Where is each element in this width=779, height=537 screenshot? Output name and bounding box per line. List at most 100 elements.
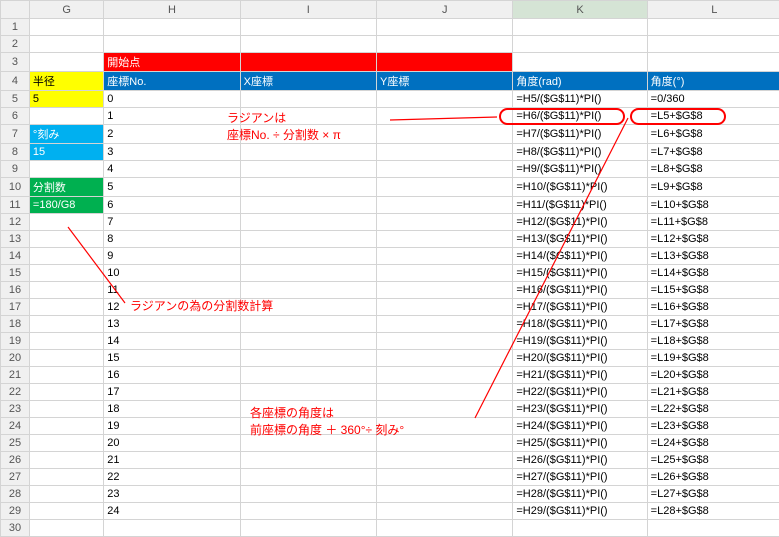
cell[interactable] <box>29 161 103 178</box>
row-header[interactable]: 14 <box>1 248 30 265</box>
row-header[interactable]: 6 <box>1 108 30 125</box>
row-header[interactable]: 22 <box>1 384 30 401</box>
cell[interactable]: =L14+$G$8 <box>647 265 779 282</box>
row-header[interactable]: 29 <box>1 503 30 520</box>
row-header[interactable]: 5 <box>1 91 30 108</box>
cell[interactable]: 3 <box>104 144 240 161</box>
cell[interactable]: 21 <box>104 452 240 469</box>
cell[interactable]: =H13/($G$11)*PI() <box>513 231 647 248</box>
row-header[interactable]: 27 <box>1 469 30 486</box>
cell[interactable] <box>29 248 103 265</box>
cell[interactable] <box>240 214 376 231</box>
cell[interactable]: 22 <box>104 469 240 486</box>
cell[interactable] <box>29 367 103 384</box>
cell[interactable] <box>240 53 376 72</box>
cell[interactable] <box>240 384 376 401</box>
row-header[interactable]: 9 <box>1 161 30 178</box>
cell[interactable]: 14 <box>104 333 240 350</box>
cell[interactable] <box>240 178 376 197</box>
row-header[interactable]: 7 <box>1 125 30 144</box>
cell[interactable]: =L25+$G$8 <box>647 452 779 469</box>
cell[interactable] <box>240 367 376 384</box>
col-header-L[interactable]: L <box>647 1 779 19</box>
cell[interactable] <box>377 469 513 486</box>
cell[interactable]: 23 <box>104 486 240 503</box>
row-header[interactable]: 4 <box>1 72 30 91</box>
cell[interactable] <box>513 36 647 53</box>
cell[interactable] <box>29 282 103 299</box>
cell[interactable]: 4 <box>104 161 240 178</box>
cell[interactable] <box>240 161 376 178</box>
cell[interactable] <box>240 265 376 282</box>
row-header[interactable]: 12 <box>1 214 30 231</box>
cell[interactable]: =0/360 <box>647 91 779 108</box>
row-header[interactable]: 1 <box>1 19 30 36</box>
cell[interactable] <box>29 435 103 452</box>
cell[interactable]: =H24/($G$11)*PI() <box>513 418 647 435</box>
cell[interactable] <box>240 469 376 486</box>
cell[interactable]: =L15+$G$8 <box>647 282 779 299</box>
cell[interactable]: 6 <box>104 197 240 214</box>
row-header[interactable]: 21 <box>1 367 30 384</box>
cell[interactable] <box>240 282 376 299</box>
cell[interactable]: 0 <box>104 91 240 108</box>
cell[interactable] <box>104 36 240 53</box>
cell[interactable] <box>29 486 103 503</box>
cell[interactable] <box>29 401 103 418</box>
cell[interactable] <box>240 91 376 108</box>
cell[interactable] <box>240 36 376 53</box>
cell[interactable]: =H12/($G$11)*PI() <box>513 214 647 231</box>
row-header[interactable]: 18 <box>1 316 30 333</box>
cell[interactable] <box>240 19 376 36</box>
cell[interactable] <box>377 299 513 316</box>
cell[interactable]: =H27/($G$11)*PI() <box>513 469 647 486</box>
cell-div-label[interactable]: 分割数 <box>29 178 103 197</box>
cell[interactable] <box>377 53 513 72</box>
cell[interactable] <box>377 108 513 125</box>
cell[interactable] <box>377 231 513 248</box>
cell[interactable]: 9 <box>104 248 240 265</box>
row-header[interactable]: 24 <box>1 418 30 435</box>
cell[interactable]: =L20+$G$8 <box>647 367 779 384</box>
cell[interactable] <box>29 350 103 367</box>
cell[interactable]: =L10+$G$8 <box>647 197 779 214</box>
cell-start-point[interactable]: 開始点 <box>104 53 240 72</box>
row-header[interactable]: 16 <box>1 282 30 299</box>
cell[interactable] <box>377 452 513 469</box>
cell[interactable]: =L24+$G$8 <box>647 435 779 452</box>
cell[interactable] <box>240 144 376 161</box>
row-header[interactable]: 30 <box>1 520 30 537</box>
cell[interactable]: =H21/($G$11)*PI() <box>513 367 647 384</box>
cell[interactable] <box>647 520 779 537</box>
cell[interactable] <box>513 53 647 72</box>
cell-step-label[interactable]: °刻み <box>29 125 103 144</box>
cell[interactable] <box>377 486 513 503</box>
cell[interactable] <box>647 36 779 53</box>
cell[interactable] <box>29 469 103 486</box>
cell[interactable]: 8 <box>104 231 240 248</box>
cell[interactable] <box>29 36 103 53</box>
cell[interactable]: 15 <box>104 350 240 367</box>
row-header[interactable]: 26 <box>1 452 30 469</box>
cell[interactable]: =H29/($G$11)*PI() <box>513 503 647 520</box>
cell[interactable]: =L17+$G$8 <box>647 316 779 333</box>
cell[interactable] <box>377 316 513 333</box>
row-header[interactable]: 23 <box>1 401 30 418</box>
cell[interactable] <box>29 418 103 435</box>
cell[interactable]: =H19/($G$11)*PI() <box>513 333 647 350</box>
col-header-K[interactable]: K <box>513 1 647 19</box>
cell[interactable]: =L27+$G$8 <box>647 486 779 503</box>
cell[interactable]: =L8+$G$8 <box>647 161 779 178</box>
cell[interactable] <box>377 19 513 36</box>
row-header[interactable]: 15 <box>1 265 30 282</box>
cell[interactable] <box>377 503 513 520</box>
cell[interactable] <box>513 19 647 36</box>
cell[interactable] <box>513 520 647 537</box>
cell[interactable]: =H25/($G$11)*PI() <box>513 435 647 452</box>
cell[interactable]: =H26/($G$11)*PI() <box>513 452 647 469</box>
cell[interactable] <box>377 214 513 231</box>
cell[interactable]: =L19+$G$8 <box>647 350 779 367</box>
cell[interactable] <box>240 333 376 350</box>
cell[interactable]: =H14/($G$11)*PI() <box>513 248 647 265</box>
cell[interactable] <box>377 144 513 161</box>
